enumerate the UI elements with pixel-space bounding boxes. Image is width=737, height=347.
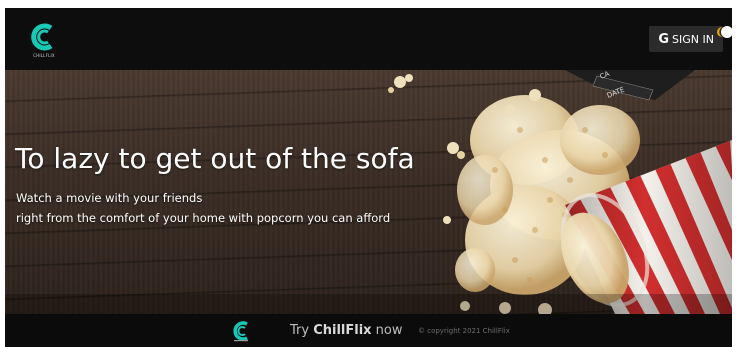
chillflix-logo-icon	[31, 23, 53, 51]
try-chillflix-link[interactable]: Try ChillFlix now	[290, 323, 403, 338]
copyright-text: © copyright 2021 ChillFlix	[418, 327, 510, 335]
cta-suffix: now	[371, 323, 403, 338]
sign-in-button[interactable]: G SIGN IN	[649, 26, 723, 52]
page-frame: CHILLFLIX G SIGN IN CA DATE To lazy to g…	[5, 8, 732, 347]
footer: Try ChillFlix now © copyright 2021 Chill…	[5, 314, 732, 347]
cta-brand: ChillFlix	[313, 323, 372, 338]
clapperboard: CA DATE	[565, 70, 695, 101]
cta-prefix: Try	[290, 323, 314, 338]
google-icon: G	[658, 31, 670, 47]
hero-title: To lazy to get out of the sofa	[15, 142, 415, 175]
logo-caption: CHILLFLIX	[33, 53, 55, 58]
chillflix-logo-icon	[233, 321, 248, 342]
chillflix-logo[interactable]: CHILLFLIX	[27, 21, 61, 61]
hero-subtitle-line1: Watch a movie with your friends	[16, 191, 203, 205]
hero-subtitle-line2: right from the comfort of your home with…	[16, 211, 391, 225]
theme-toggle[interactable]	[717, 23, 733, 39]
footer-logo[interactable]	[231, 319, 253, 343]
moon-toggle-icon	[717, 26, 733, 38]
top-nav: CHILLFLIX G SIGN IN	[5, 8, 732, 70]
hero-banner: CA DATE To lazy to get out of the sofa W…	[5, 70, 732, 314]
sign-in-label: SIGN IN	[672, 32, 714, 46]
